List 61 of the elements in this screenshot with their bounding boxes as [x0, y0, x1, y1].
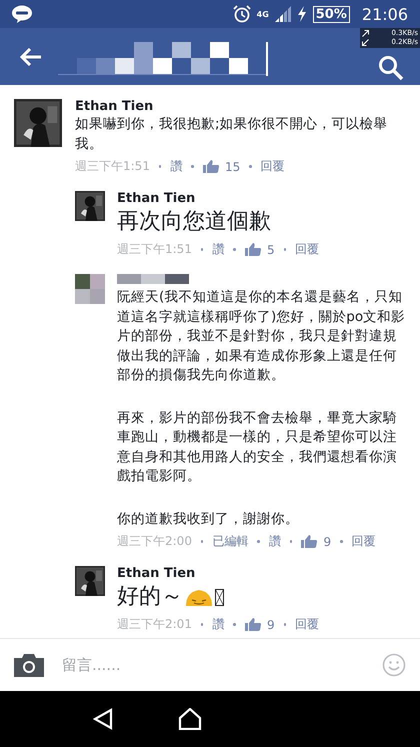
like-link[interactable]: 讚 — [212, 616, 224, 633]
like-count: 15 — [224, 160, 240, 174]
like-link[interactable]: 讚 — [212, 241, 224, 258]
pixelated-avatar — [75, 274, 105, 304]
like-link[interactable]: 讚 — [170, 158, 182, 175]
comment-text: 你的道歉我收到了，謝謝你。 — [117, 510, 300, 528]
comment-text: 如果嚇到你，我很抱歉;如果你很不開心，可以檢舉我。 — [75, 115, 389, 154]
chat-bubble-icon — [12, 5, 32, 23]
separator-dot — [200, 248, 204, 251]
reply-link[interactable]: 回覆 — [260, 158, 285, 175]
edited-link[interactable]: 已編輯 — [212, 533, 248, 550]
separator-dot — [290, 540, 292, 543]
camera-button[interactable] — [14, 653, 44, 677]
reply-link[interactable]: 回覆 — [295, 241, 320, 258]
thumbs-up-icon — [202, 160, 219, 173]
separator-dot — [158, 165, 162, 168]
signal-strength-icon — [274, 6, 291, 22]
status-time: 21:06 — [362, 4, 408, 24]
commenter-name[interactable]: Ethan Tien — [117, 191, 320, 207]
separator-dot — [249, 165, 252, 168]
thumbs-up-icon — [244, 243, 261, 256]
comment-timestamp: 週三下午2:01 — [117, 616, 192, 633]
like-count: 5 — [266, 242, 275, 256]
missing-glyph-icon — [215, 588, 224, 606]
commenter-name[interactable]: Ethan Tien — [117, 566, 320, 582]
alarm-clock-icon — [232, 5, 251, 23]
separator-dot — [340, 540, 343, 543]
home-nav-button[interactable] — [178, 708, 202, 730]
download-arrow-icon — [362, 39, 369, 46]
back-button[interactable] — [20, 48, 42, 66]
comment-timestamp: 週三下午1:51 — [117, 241, 192, 258]
thumbs-up-icon — [301, 535, 318, 548]
comment-text: 阮經天(我不知道這是你的本名還是藝名，只知道這名字就這樣稱呼你了)您好，關於po文和影片的部份，我並不是針對你，我只是針對違規做出我的評論，如果有造成你形象上還是任何部份的損傷我先向你道歉。 — [117, 288, 406, 385]
separator-dot — [233, 248, 236, 251]
comment-timestamp: 週三下午1:51 — [75, 158, 150, 175]
separator-dot — [200, 623, 204, 626]
network-type: 4G — [256, 10, 269, 18]
charging-bolt-icon — [296, 6, 307, 22]
comment-text: 再來，影片的部份我不會去檢舉，畢竟大家騎車跑山，動機都是一樣的，只是希望你可以注意自身和其他用路人的安全，我們還想看你演戲拍電影阿。 — [117, 408, 398, 486]
like-count: 9 — [266, 618, 275, 632]
like-count: 9 — [323, 534, 332, 548]
separator-dot — [233, 623, 236, 626]
comment-text: 好的～ — [117, 583, 183, 611]
blob-emoji-icon — [185, 588, 213, 606]
separator-dot — [284, 623, 286, 626]
reply-link[interactable]: 回覆 — [295, 616, 320, 633]
reply-link[interactable]: 回覆 — [352, 533, 376, 550]
separator-dot — [257, 540, 260, 543]
commenter-name[interactable]: Ethan Tien — [75, 99, 410, 115]
separator-dot — [191, 165, 194, 168]
like-link[interactable]: 讚 — [268, 533, 281, 550]
separator-dot — [200, 540, 204, 543]
thumbs-up-icon — [244, 618, 261, 631]
comment-text: 再次向您道個歉 — [117, 208, 271, 236]
comment-timestamp: 週三下午2:00 — [117, 533, 192, 550]
search-button[interactable] — [378, 54, 404, 80]
upload-arrow-icon — [362, 30, 369, 37]
battery-level: 50% — [312, 6, 350, 22]
separator-dot — [284, 248, 286, 251]
pixelated-name — [117, 274, 189, 284]
back-nav-button[interactable] — [92, 708, 113, 730]
